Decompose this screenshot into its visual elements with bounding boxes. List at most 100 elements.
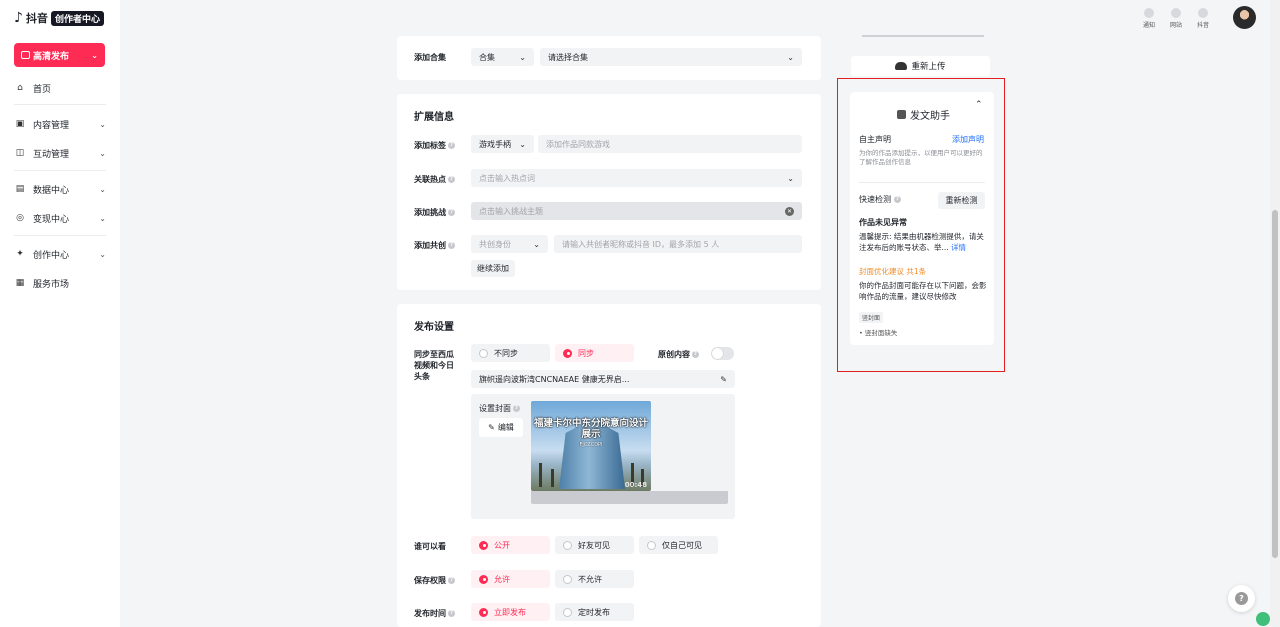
clear-icon[interactable]: ✕: [785, 206, 794, 216]
publish-scheduled-option[interactable]: 定时发布: [555, 603, 634, 621]
save-allow-option[interactable]: 允许: [471, 570, 550, 588]
role-placeholder: 共创身份: [479, 239, 511, 249]
chevron-up-icon[interactable]: ⌃: [975, 100, 983, 110]
extended-info-card: 扩展信息 添加标签? 游戏手柄 ⌄ 添加作品同款游戏 关联热点? 点击输入热点词…: [397, 94, 821, 290]
collection-type-value: 合集: [479, 52, 495, 62]
cocreate-label: 添加共创?: [414, 240, 455, 251]
divider: [859, 182, 985, 183]
scroll-thumb[interactable]: [1272, 210, 1278, 558]
assistant-float-icon[interactable]: [1256, 612, 1270, 626]
nav-item-home[interactable]: ⌂ 首页: [14, 80, 106, 96]
help-icon: ?: [448, 242, 455, 249]
help-button[interactable]: ?: [1228, 585, 1255, 612]
cover-suggestion: 封面优化建议 共1条: [859, 267, 927, 276]
original-toggle[interactable]: [711, 347, 734, 360]
top-icon-label: 通知: [1143, 22, 1156, 29]
chevron-down-icon: ⌄: [519, 52, 526, 62]
data-icon: ▤: [15, 184, 25, 194]
label-text: 添加挑战: [414, 208, 446, 217]
douyin-button[interactable]: 抖音: [1197, 8, 1209, 29]
divider: [14, 170, 106, 171]
recheck-button[interactable]: 重新检测: [938, 192, 985, 209]
reupload-button[interactable]: 重新上传: [851, 56, 990, 76]
hotspot-select[interactable]: 点击输入热点词 ⌄: [471, 169, 802, 187]
original-label: 原创内容?: [658, 349, 699, 360]
tags-label: 添加标签?: [414, 140, 455, 151]
market-icon: ▦: [15, 278, 25, 288]
palm-tree: [539, 463, 542, 487]
avatar[interactable]: [1233, 6, 1256, 29]
option-label: 定时发布: [578, 607, 610, 617]
tag-type-select[interactable]: 游戏手柄 ⌄: [471, 135, 534, 153]
nav-item-market[interactable]: ▦ 服务市场: [14, 275, 106, 291]
nav-label: 创作中心: [33, 250, 70, 261]
cocreate-role-select[interactable]: 共创身份 ⌄: [471, 235, 548, 253]
check-tip: 温馨提示: 结果由机器检测提供，请关注发布后的账号状态、举... 详情: [859, 231, 989, 253]
missing-cover-note: • 竖封面缺失: [859, 329, 898, 337]
nav-item-create[interactable]: ✦ 创作中心 ⌄: [14, 246, 106, 262]
content-icon: ▣: [15, 119, 25, 129]
continue-add-button[interactable]: 继续添加: [471, 260, 515, 277]
publish-button-label: 高清发布: [33, 51, 70, 62]
nav-item-interaction[interactable]: ◫ 互动管理 ⌄: [14, 145, 106, 161]
sync-label: 同步至西瓜视频和今日头条: [414, 350, 454, 381]
notification-button[interactable]: 通知: [1143, 8, 1155, 29]
challenge-input[interactable]: 点击输入挑战主题 ✕: [471, 202, 802, 220]
logo-name: 抖音: [25, 12, 48, 25]
radio-icon: [479, 348, 488, 358]
cover-thumbnail[interactable]: 福建卡尔中东分院意向设计展示 FJCZCDPI 00:48: [531, 401, 651, 491]
radio-icon: [563, 574, 572, 584]
xigua-title-input[interactable]: 旗帜遥向波斯湾CNCNAEAE 健康无界启... ✎: [471, 370, 735, 388]
assistant-title: 发文助手: [897, 107, 950, 122]
publish-now-option[interactable]: 立即发布: [471, 603, 550, 621]
pencil-icon[interactable]: ✎: [720, 375, 727, 384]
declaration-label: 自主声明: [859, 135, 891, 144]
pencil-icon: ✎: [488, 423, 495, 432]
nav-item-monetize[interactable]: ◎ 变现中心 ⌄: [14, 210, 106, 226]
sync-off-option[interactable]: 不同步: [471, 344, 550, 362]
detail-link[interactable]: 详情: [951, 243, 966, 252]
option-label: 不允许: [578, 574, 602, 584]
cover-suggestion-desc: 你的作品封面可能存在以下问题，会影响作品的流量，建议尽快修改: [859, 281, 987, 301]
collection-select[interactable]: 请选择合集 ⌄: [540, 48, 802, 66]
edit-label: 编辑: [497, 423, 514, 432]
help-icon: ?: [448, 577, 455, 584]
chevron-down-icon: ⌄: [99, 184, 106, 194]
option-label: 仅自己可见: [662, 540, 702, 550]
save-deny-option[interactable]: 不允许: [555, 570, 634, 588]
add-declaration-link[interactable]: 添加声明: [952, 134, 984, 145]
radio-icon: [563, 607, 572, 617]
tag-input[interactable]: 添加作品同款游戏: [538, 135, 802, 153]
visibility-public-option[interactable]: 公开: [471, 536, 550, 554]
cover-bar: [531, 491, 728, 504]
radio-icon: [563, 540, 572, 550]
radio-icon: [647, 540, 656, 550]
section-title: 扩展信息: [414, 112, 454, 123]
chevron-down-icon: ⌄: [99, 249, 106, 259]
nav-label: 内容管理: [33, 120, 70, 131]
scrollbar[interactable]: [1270, 0, 1280, 627]
website-button[interactable]: 网站: [1170, 8, 1182, 29]
label-text: 原创内容: [658, 350, 690, 359]
label-text: 保存权限: [414, 576, 446, 585]
section-title: 发布设置: [414, 322, 454, 333]
nav-label: 服务市场: [33, 279, 70, 290]
challenge-label: 添加挑战?: [414, 207, 455, 218]
bell-icon: [1144, 8, 1154, 18]
nav-label: 互动管理: [33, 149, 70, 160]
chevron-down-icon: ⌄: [787, 173, 794, 183]
edit-cover-button[interactable]: ✎ 编辑: [479, 418, 523, 437]
visibility-friends-option[interactable]: 好友可见: [555, 536, 634, 554]
visibility-private-option[interactable]: 仅自己可见: [639, 536, 718, 554]
website-icon: [1171, 8, 1181, 18]
sync-on-option[interactable]: 同步: [555, 344, 634, 362]
video-duration: 00:48: [624, 481, 647, 489]
help-icon: ?: [894, 196, 901, 203]
nav-item-content[interactable]: ▣ 内容管理 ⌄: [14, 116, 106, 132]
option-label: 好友可见: [578, 540, 610, 550]
logo[interactable]: ♪ 抖音 创作者中心: [14, 10, 104, 26]
nav-item-data[interactable]: ▤ 数据中心 ⌄: [14, 181, 106, 197]
collection-type-select[interactable]: 合集 ⌄: [471, 48, 534, 66]
cocreate-id-input[interactable]: 请输入共创者昵称或抖音 ID，最多添加 5 人: [554, 235, 802, 253]
hd-publish-button[interactable]: 高清发布 ⌄: [14, 43, 105, 67]
